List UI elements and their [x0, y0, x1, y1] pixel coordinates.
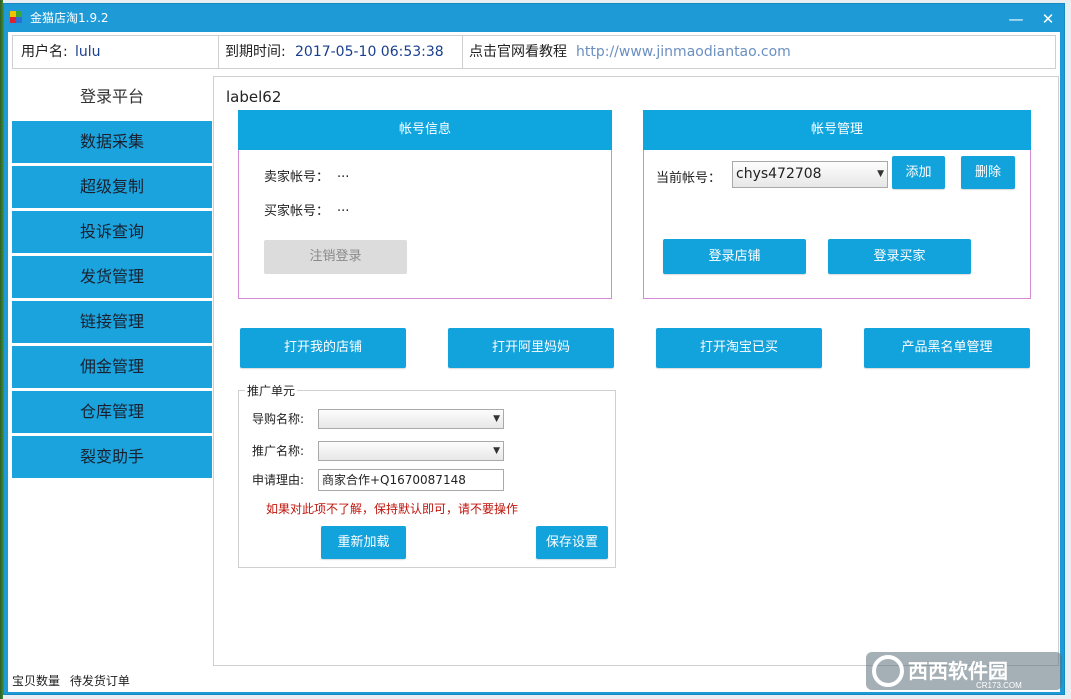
- promo-unit-title: 推广单元: [245, 382, 298, 399]
- account-manage-box: 帐号管理 当前帐号： chys472708 ▼ 添加 删除 登录店铺 登录买家: [643, 110, 1031, 299]
- seller-account-label: 卖家帐号：: [264, 170, 330, 185]
- add-account-button[interactable]: 添加: [892, 156, 945, 189]
- username-label: 用户名:: [21, 44, 68, 60]
- reload-button[interactable]: 重新加载: [321, 526, 406, 559]
- item-count-label: 宝贝数量: [12, 674, 61, 688]
- close-icon[interactable]: ✕: [1038, 10, 1058, 28]
- login-buyer-button[interactable]: 登录买家: [828, 239, 971, 274]
- window-title: 金猫店淘1.9.2: [30, 11, 109, 25]
- account-info-box: 帐号信息 卖家帐号： ... 买家帐号： ... 注销登录: [238, 110, 612, 299]
- info-bar: 用户名: lulu 到期时间: 2017-05-10 06:53:38 点击官网…: [12, 35, 1056, 69]
- sidebar-item-fission[interactable]: 裂变助手: [12, 436, 212, 478]
- svg-text:西西软件园: 西西软件园: [908, 659, 1008, 683]
- product-blacklist-button[interactable]: 产品黑名单管理: [864, 328, 1030, 368]
- chevron-down-icon: ▼: [877, 169, 884, 179]
- main-panel: label62 帐号信息 卖家帐号： ... 买家帐号： ... 注销登录 帐号…: [213, 76, 1059, 666]
- sidebar-item-warehouse[interactable]: 仓库管理: [12, 391, 212, 433]
- expire-value: 2017-05-10 06:53:38: [295, 44, 444, 60]
- username-value: lulu: [75, 44, 101, 60]
- divider: [462, 36, 463, 68]
- sidebar-item-data-collect[interactable]: 数据采集: [12, 121, 212, 163]
- expire-label: 到期时间:: [225, 44, 286, 60]
- sidebar-item-shipping[interactable]: 发货管理: [12, 256, 212, 298]
- title-bar: 金猫店淘1.9.2 — ✕: [4, 4, 1064, 32]
- current-account-value: chys472708: [736, 166, 822, 182]
- save-settings-button[interactable]: 保存设置: [536, 526, 608, 559]
- website-link[interactable]: http://www.jinmaodiantao.com: [576, 36, 791, 68]
- guide-name-select[interactable]: ▼: [318, 409, 504, 429]
- panel-label: label62: [226, 88, 282, 106]
- watermark-logo: 西西软件园 CR173.COM: [866, 652, 1062, 690]
- minimize-icon[interactable]: —: [1006, 10, 1026, 28]
- svg-text:CR173.COM: CR173.COM: [976, 681, 1022, 690]
- seller-account-value: ...: [337, 166, 350, 181]
- tutorial-label: 点击官网看教程: [469, 44, 567, 60]
- sidebar-item-complaint-query[interactable]: 投诉查询: [12, 211, 212, 253]
- open-alimama-button[interactable]: 打开阿里妈妈: [448, 328, 614, 368]
- delete-account-button[interactable]: 删除: [961, 156, 1015, 189]
- warning-text: 如果对此项不了解，保持默认即可，请不要操作: [266, 502, 519, 516]
- app-window: 金猫店淘1.9.2 — ✕ 用户名: lulu 到期时间: 2017-05-10…: [3, 3, 1065, 695]
- reason-input[interactable]: 商家合作+Q1670087148: [318, 469, 504, 491]
- app-logo-icon: [10, 11, 22, 23]
- guide-name-label: 导购名称:: [252, 412, 305, 426]
- promo-unit-group: 推广单元 导购名称: ▼ 推广名称: ▼ 申请理由: 商家合作+Q1670087…: [238, 382, 616, 568]
- sidebar-item-commission[interactable]: 佣金管理: [12, 346, 212, 388]
- sidebar-item-super-copy[interactable]: 超级复制: [12, 166, 212, 208]
- current-account-select[interactable]: chys472708 ▼: [732, 161, 888, 188]
- open-my-shop-button[interactable]: 打开我的店铺: [240, 328, 406, 368]
- buyer-account-label: 买家帐号：: [264, 204, 330, 219]
- current-account-label: 当前帐号：: [656, 171, 722, 186]
- sidebar-item-links[interactable]: 链接管理: [12, 301, 212, 343]
- login-shop-button[interactable]: 登录店铺: [663, 239, 806, 274]
- chevron-down-icon: ▼: [493, 446, 500, 456]
- client-area: 用户名: lulu 到期时间: 2017-05-10 06:53:38 点击官网…: [8, 32, 1060, 692]
- account-manage-header: 帐号管理: [643, 110, 1031, 150]
- chevron-down-icon: ▼: [493, 414, 500, 424]
- sidebar-item-login-platform[interactable]: 登录平台: [12, 76, 212, 118]
- open-taobao-bought-button[interactable]: 打开淘宝已买: [656, 328, 822, 368]
- divider: [218, 36, 219, 68]
- reason-label: 申请理由:: [252, 473, 305, 487]
- promo-name-select[interactable]: ▼: [318, 441, 504, 461]
- account-info-header: 帐号信息: [238, 110, 612, 150]
- sidebar: 登录平台 数据采集 超级复制 投诉查询 发货管理 链接管理 佣金管理 仓库管理 …: [12, 76, 212, 481]
- pending-orders-label: 待发货订单: [69, 674, 130, 688]
- buyer-account-value: ...: [337, 200, 350, 215]
- promo-name-label: 推广名称:: [252, 444, 305, 458]
- logout-button[interactable]: 注销登录: [264, 240, 407, 274]
